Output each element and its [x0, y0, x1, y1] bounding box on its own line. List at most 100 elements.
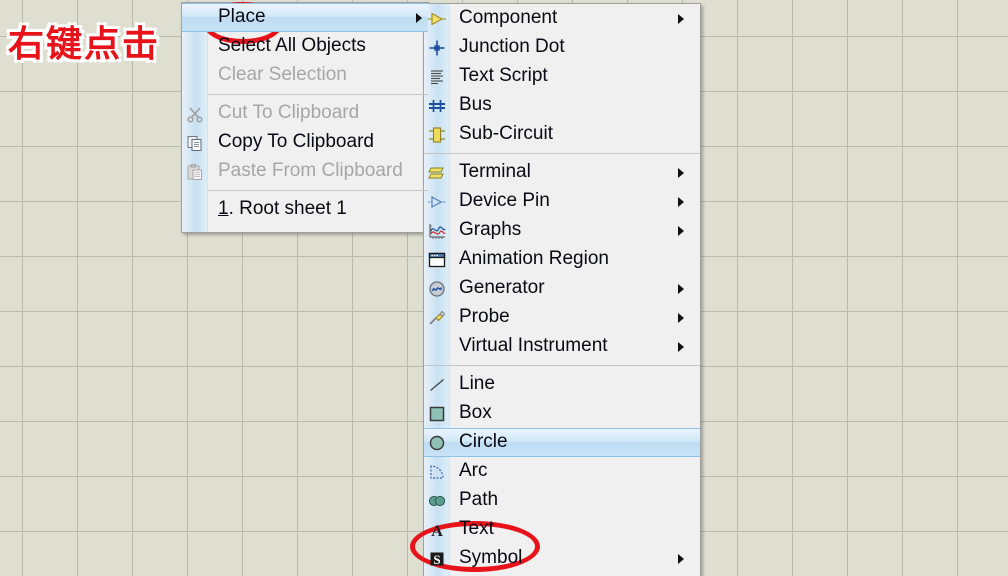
menu-item-label: Bus: [459, 94, 492, 115]
chevron-right-icon: [678, 283, 684, 294]
chevron-right-icon: [678, 341, 684, 352]
probe-icon: [424, 303, 449, 332]
place-submenu-items: Component Junction Dot Text Script Bus S…: [424, 4, 700, 573]
svg-text:A: A: [431, 523, 443, 539]
menu-item-label: Junction Dot: [459, 36, 565, 57]
annotation-caption: 右键点击: [6, 23, 161, 67]
menu-item-label: Probe: [459, 306, 510, 327]
no-icon: [424, 332, 449, 361]
box-icon: [424, 399, 449, 428]
no-icon: [182, 32, 207, 61]
menu-item-label: Generator: [459, 277, 545, 298]
menu-item-label: Device Pin: [459, 190, 550, 211]
menu-item-graphs[interactable]: Graphs: [424, 216, 700, 245]
menu-item-circle[interactable]: Circle: [424, 428, 700, 457]
menu-item-label: Paste From Clipboard: [218, 160, 403, 181]
menu-item-label: Place: [218, 6, 266, 27]
text-script-icon: [424, 62, 449, 91]
menu-item-component[interactable]: Component: [424, 4, 700, 33]
menu-item-label: Terminal: [459, 161, 531, 182]
menu-separator: [208, 94, 428, 95]
graphs-icon: [424, 216, 449, 245]
menu-item-label: Clear Selection: [218, 64, 347, 85]
menu-item-label: Cut To Clipboard: [218, 102, 360, 123]
menu-item-probe[interactable]: Probe: [424, 303, 700, 332]
root-context-menu-items: Place Select All Objects Clear Selection: [182, 3, 428, 224]
chevron-right-icon: [678, 312, 684, 323]
sub-circuit-icon: [424, 120, 449, 149]
menu-item-label: Symbol: [459, 547, 523, 568]
chevron-right-icon: [678, 225, 684, 236]
circle-icon: [424, 428, 449, 457]
chevron-right-icon: [678, 167, 684, 178]
place-submenu[interactable]: Component Junction Dot Text Script Bus S…: [423, 3, 701, 576]
menu-item-symbol[interactable]: S Symbol: [424, 544, 700, 573]
junction-dot-icon: [424, 33, 449, 62]
menu-item-device-pin[interactable]: Device Pin: [424, 187, 700, 216]
menu-item-bus[interactable]: Bus: [424, 91, 700, 120]
menu-item-label: Text Script: [459, 65, 548, 86]
bus-icon: [424, 91, 449, 120]
device-pin-icon: [424, 187, 449, 216]
menu-item-line[interactable]: Line: [424, 370, 700, 399]
path-icon: [424, 486, 449, 515]
menu-item-label: 1. Root sheet 1: [207, 199, 347, 218]
menu-item-arc[interactable]: Arc: [424, 457, 700, 486]
menu-item-select-all-objects[interactable]: Select All Objects: [182, 32, 428, 61]
menu-item-label: Sub-Circuit: [459, 123, 553, 144]
animation-region-icon: [424, 245, 449, 274]
no-icon: [182, 195, 207, 224]
menu-item-copy-to-clipboard[interactable]: Copy To Clipboard: [182, 128, 428, 157]
menu-item-text-script[interactable]: Text Script: [424, 62, 700, 91]
menu-item-place[interactable]: Place: [182, 3, 428, 32]
scissors-icon: [182, 99, 207, 128]
menu-item-animation-region[interactable]: Animation Region: [424, 245, 700, 274]
menu-separator: [424, 365, 700, 366]
no-icon: [182, 61, 207, 90]
menu-item-root-sheet-1[interactable]: 1. Root sheet 1: [182, 195, 428, 224]
menu-item-label: Component: [459, 7, 558, 28]
chevron-right-icon: [678, 553, 684, 564]
menu-item-label: Path: [459, 489, 499, 510]
component-icon: [424, 4, 449, 33]
menu-item-label: Select All Objects: [218, 35, 366, 56]
menu-item-box[interactable]: Box: [424, 399, 700, 428]
menu-item-clear-selection: Clear Selection: [182, 61, 428, 90]
paste-icon: [182, 157, 207, 186]
text-icon: A: [424, 515, 449, 544]
chevron-right-icon: [678, 196, 684, 207]
arc-icon: [424, 457, 449, 486]
line-icon: [424, 370, 449, 399]
no-icon: [182, 3, 207, 32]
menu-separator: [208, 190, 428, 191]
menu-separator: [424, 153, 700, 154]
menu-item-label: Line: [459, 373, 495, 394]
symbol-icon: S: [424, 544, 449, 573]
terminal-icon: [424, 158, 449, 187]
menu-item-sub-circuit[interactable]: Sub-Circuit: [424, 120, 700, 149]
menu-item-cut-to-clipboard: Cut To Clipboard: [182, 99, 428, 128]
menu-item-label: Graphs: [459, 219, 522, 240]
menu-item-paste-from-clipboard: Paste From Clipboard: [182, 157, 428, 186]
menu-item-junction-dot[interactable]: Junction Dot: [424, 33, 700, 62]
menu-item-label: Arc: [459, 460, 488, 481]
menu-item-virtual-instrument[interactable]: Virtual Instrument: [424, 332, 700, 361]
menu-item-generator[interactable]: Generator: [424, 274, 700, 303]
svg-text:S: S: [433, 552, 440, 567]
menu-item-path[interactable]: Path: [424, 486, 700, 515]
menu-item-label: Animation Region: [459, 248, 609, 269]
root-context-menu[interactable]: Place Select All Objects Clear Selection: [181, 2, 429, 233]
menu-item-text[interactable]: A Text: [424, 515, 700, 544]
generator-icon: [424, 274, 449, 303]
menu-item-terminal[interactable]: Terminal: [424, 158, 700, 187]
copy-icon: [182, 128, 207, 157]
menu-item-label: Circle: [459, 431, 508, 452]
menu-accelerator: 1: [218, 198, 229, 219]
chevron-right-icon: [416, 12, 422, 23]
menu-item-label-rest: . Root sheet 1: [228, 198, 347, 219]
screenshot-root: 右键点击 Place Select All Objects Clear Sele…: [0, 0, 1008, 576]
menu-item-label: Copy To Clipboard: [218, 131, 374, 152]
chevron-right-icon: [678, 13, 684, 24]
menu-item-label: Box: [459, 402, 492, 423]
menu-item-label: Text: [459, 518, 494, 539]
